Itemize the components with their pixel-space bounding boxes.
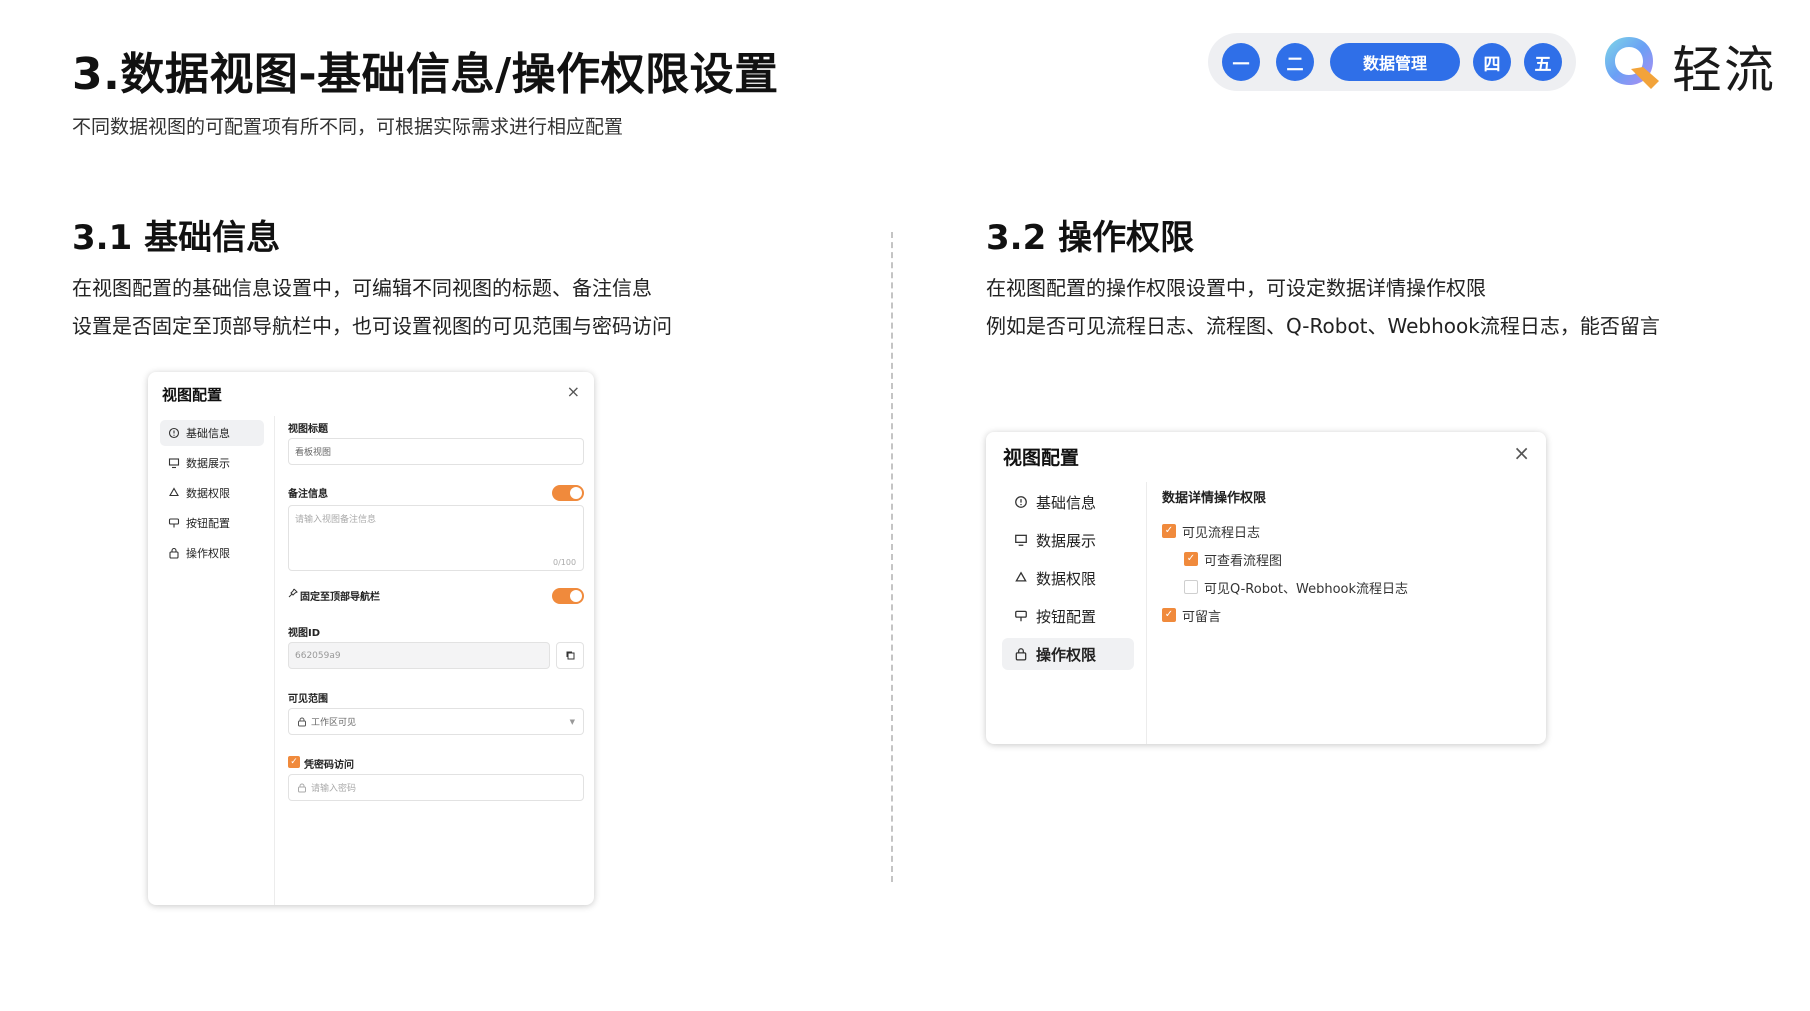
scope-label: 可见范围 xyxy=(288,694,328,705)
nav-step-4[interactable]: 四 xyxy=(1473,43,1511,81)
section2-desc-line2: 例如是否可见流程日志、流程图、Q-Robot、Webhook流程日志，能否留言 xyxy=(986,314,1660,338)
menu-item-button-config[interactable]: 按钮配置 xyxy=(160,510,264,536)
perm-label-view-log: 可见流程日志 xyxy=(1182,526,1261,541)
menu-item-label: 按钮配置 xyxy=(186,517,230,530)
info-icon xyxy=(1015,496,1027,508)
scope-value: 工作区可见 xyxy=(311,718,357,728)
view-config-dialog-permission: 视图配置 × 基础信息 数据展示 数据权限 按钮配置 操作权限 数据详情操作权限… xyxy=(986,432,1546,744)
perm-label-comment: 可留言 xyxy=(1182,610,1222,625)
recycle-icon xyxy=(169,487,179,497)
perm-checkbox-view-log[interactable]: ✓ xyxy=(1162,524,1176,538)
info-icon xyxy=(168,427,180,439)
view-config-dialog-basic: 视图配置 × 基础信息 数据展示 数据权限 按钮配置 操作权限 视图标题 看板视… xyxy=(148,372,594,905)
display-icon xyxy=(168,458,180,469)
lock-icon xyxy=(298,783,306,792)
note-placeholder: 请输入视图备注信息 xyxy=(295,515,377,525)
menu-item-data-permission[interactable]: 数据权限 xyxy=(160,480,264,506)
password-input[interactable]: 请输入密码 xyxy=(288,774,584,801)
page-title: 3.数据视图-基础信息/操作权限设置 xyxy=(72,49,779,100)
menu-item-label: 按钮配置 xyxy=(1036,607,1097,626)
note-char-counter: 0/100 xyxy=(553,558,577,567)
view-title-label: 视图标题 xyxy=(288,424,328,435)
close-icon[interactable]: × xyxy=(567,382,580,401)
note-toggle[interactable] xyxy=(552,485,584,501)
permission-heading: 数据详情操作权限 xyxy=(1162,491,1267,506)
sidebar-divider xyxy=(274,416,275,905)
view-title-input[interactable]: 看板视图 xyxy=(288,438,584,465)
note-textarea[interactable]: 请输入视图备注信息 xyxy=(288,505,584,571)
section-divider xyxy=(891,232,893,882)
dialog-title: 视图配置 xyxy=(162,386,223,404)
menu-item-label: 数据展示 xyxy=(1036,531,1097,550)
sidebar-divider xyxy=(1146,482,1147,744)
menu-item-basic-info[interactable]: 基础信息 xyxy=(160,420,264,446)
button-icon xyxy=(1015,610,1027,622)
pin-icon xyxy=(288,588,298,598)
menu-item-operation-permission[interactable]: 操作权限 xyxy=(160,540,264,566)
menu-item-data-display[interactable]: 数据展示 xyxy=(160,450,264,476)
brand-name: 轻流 xyxy=(1672,41,1776,99)
note-label: 备注信息 xyxy=(288,489,328,500)
perm-checkbox-comment[interactable]: ✓ xyxy=(1162,608,1176,622)
pin-to-nav-toggle[interactable] xyxy=(552,588,584,604)
menu-item-label: 数据权限 xyxy=(186,487,230,500)
nav-step-5[interactable]: 五 xyxy=(1524,43,1562,81)
chapter-nav: 一 二 数据管理 四 五 xyxy=(1208,33,1576,91)
perm-checkbox-robot-webhook-log[interactable] xyxy=(1184,580,1198,594)
perm-label-view-flowchart: 可查看流程图 xyxy=(1204,554,1283,569)
password-placeholder: 请输入密码 xyxy=(311,784,357,794)
lock-icon xyxy=(169,547,179,559)
display-icon xyxy=(1015,534,1027,546)
dialog-title: 视图配置 xyxy=(1003,447,1080,469)
lock-icon xyxy=(298,717,306,726)
menu-item-data-display[interactable]: 数据展示 xyxy=(1002,524,1134,556)
scope-select[interactable]: 工作区可见 ▼ xyxy=(288,708,584,735)
menu-item-label: 数据权限 xyxy=(1036,569,1097,588)
section2-desc-line1: 在视图配置的操作权限设置中，可设定数据详情操作权限 xyxy=(986,276,1486,300)
section1-title: 3.1 基础信息 xyxy=(72,218,281,258)
perm-checkbox-view-flowchart[interactable]: ✓ xyxy=(1184,552,1198,566)
section1-desc-line1: 在视图配置的基础信息设置中，可编辑不同视图的标题、备注信息 xyxy=(72,276,652,300)
close-icon[interactable]: × xyxy=(1513,441,1530,465)
nav-step-1[interactable]: 一 xyxy=(1222,43,1260,81)
copy-button[interactable] xyxy=(556,642,584,669)
password-access-label: 凭密码访问 xyxy=(304,760,354,771)
section2-title: 3.2 操作权限 xyxy=(986,218,1195,258)
view-id-label: 视图ID xyxy=(288,628,321,639)
brand-logo-icon xyxy=(1605,37,1659,89)
menu-item-operation-permission[interactable]: 操作权限 xyxy=(1002,638,1134,670)
page-subtitle: 不同数据视图的可配置项有所不同，可根据实际需求进行相应配置 xyxy=(72,116,624,138)
menu-item-label: 基础信息 xyxy=(186,427,230,440)
password-checkbox[interactable]: ✓ xyxy=(288,756,300,768)
recycle-icon xyxy=(1015,571,1027,582)
perm-label-robot-webhook-log: 可见Q-Robot、Webhook流程日志 xyxy=(1204,582,1409,597)
section1-desc-line2: 设置是否固定至顶部导航栏中，也可设置视图的可见范围与密码访问 xyxy=(72,314,672,338)
pin-to-nav-label: 固定至顶部导航栏 xyxy=(300,592,380,603)
chevron-down-icon: ▼ xyxy=(569,717,575,726)
menu-item-label: 操作权限 xyxy=(1036,645,1097,664)
menu-item-button-config[interactable]: 按钮配置 xyxy=(1002,600,1134,632)
menu-item-label: 基础信息 xyxy=(1036,493,1097,512)
nav-step-data-management[interactable]: 数据管理 xyxy=(1330,43,1460,81)
menu-item-data-permission[interactable]: 数据权限 xyxy=(1002,562,1134,594)
copy-icon xyxy=(566,651,574,660)
nav-step-2[interactable]: 二 xyxy=(1276,43,1314,81)
lock-icon xyxy=(1015,648,1027,661)
menu-item-basic-info[interactable]: 基础信息 xyxy=(1002,486,1134,518)
menu-item-label: 数据展示 xyxy=(186,457,230,470)
button-icon xyxy=(168,518,180,528)
view-id-field: 662059a9 xyxy=(288,642,550,669)
menu-item-label: 操作权限 xyxy=(186,547,230,560)
